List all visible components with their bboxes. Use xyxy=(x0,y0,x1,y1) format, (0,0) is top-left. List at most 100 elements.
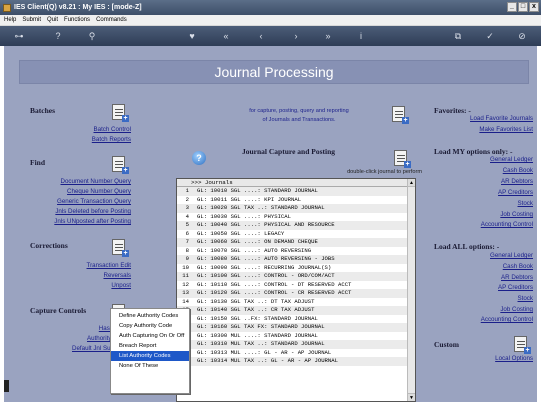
link-jnls-unposted[interactable]: Jnls UNposted after Posting xyxy=(54,218,131,225)
journal-row[interactable]: 11 GL: 10100 SGL ....: CONTROL - ORD/COM/… xyxy=(177,272,415,281)
heart-icon[interactable]: ♥ xyxy=(186,30,198,42)
journal-row-number: 12 xyxy=(182,280,189,288)
window-title: IES Client(Q) v8.21 : My IES : [mode-Z] xyxy=(14,4,142,11)
context-menu-item[interactable]: Copy Authority Code xyxy=(111,321,189,331)
journal-row-text: GL: 10150 SGL ..FX: STANDARD JOURNAL xyxy=(197,314,318,322)
link-authority[interactable]: Authority xyxy=(87,335,111,342)
section-capture-controls: Capture Controls xyxy=(30,306,87,315)
journal-row[interactable]: 6 GL: 10050 SGL ....: LEGACY xyxy=(177,230,415,239)
link-unpost[interactable]: Unpost xyxy=(111,282,131,289)
link-my-accounting-control[interactable]: Accounting Control xyxy=(481,221,533,228)
link-all-job-costing[interactable]: Job Costing xyxy=(500,306,533,313)
link-my-job-costing[interactable]: Job Costing xyxy=(500,211,533,218)
context-menu-item[interactable]: Breach Report xyxy=(111,341,189,351)
link-my-stock[interactable]: Stock xyxy=(518,200,533,207)
next-icon[interactable]: › xyxy=(290,30,302,42)
link-my-general-ledger[interactable]: General Ledger xyxy=(490,156,533,163)
minimize-button[interactable]: _ xyxy=(507,2,517,12)
first-icon[interactable]: « xyxy=(220,30,232,42)
menu-functions[interactable]: Functions xyxy=(64,17,90,23)
link-cheque-number-query[interactable]: Cheque Number Query xyxy=(67,188,131,195)
link-load-favorite-journals[interactable]: Load Favorite Journals xyxy=(470,115,533,122)
journal-row[interactable]: 19GL: 10310 MUL TAX ..: STANDARD JOURNAL xyxy=(177,340,415,349)
menu-bar: Help Submit Quit Functions Commands xyxy=(0,15,541,26)
journal-row[interactable]: 20GL: 10313 MUL ....: GL - AR - AP JOURN… xyxy=(177,349,415,358)
link-all-stock[interactable]: Stock xyxy=(518,295,533,302)
journal-scrollbar[interactable]: ▲ ▼ xyxy=(407,179,415,401)
journal-row[interactable]: 3 GL: 10020 SGL TAX ..: STANDARD JOURNAL xyxy=(177,204,415,213)
journal-row[interactable]: 10 GL: 10090 SGL ....: RECURRING JOURNAL(… xyxy=(177,264,415,273)
journal-row-text: GL: 10090 SGL ....: RECURRING JOURNAL(S) xyxy=(197,263,332,271)
journal-row[interactable]: 7 GL: 10060 SGL ....: ON DEMAND CHEQUE xyxy=(177,238,415,247)
journal-row-text: GL: 10300 MUL ....: STANDARD JOURNAL xyxy=(197,331,318,339)
menu-commands[interactable]: Commands xyxy=(96,17,127,23)
context-menu-item[interactable]: Define Authority Codes xyxy=(111,311,189,321)
menu-submit[interactable]: Submit xyxy=(22,17,41,23)
journal-row-text: GL: 10130 SGL TAX ..: DT TAX ADJUST xyxy=(197,297,315,305)
journal-row[interactable]: 15GL: 10140 SGL TAX ..: CR TAX ADJUST xyxy=(177,306,415,315)
journal-row[interactable]: 21GL: 10314 MUL TAX ..: GL - AR - AP JOU… xyxy=(177,357,415,366)
scroll-up-icon[interactable]: ▲ xyxy=(408,179,415,187)
maximize-button[interactable]: □ xyxy=(518,2,528,12)
help-circle-icon[interactable]: ? xyxy=(192,151,206,165)
link-my-ap-creditors[interactable]: AP Creditors xyxy=(498,189,533,196)
link-batch-control[interactable]: Batch Control xyxy=(94,126,132,133)
link-all-ar-debtors[interactable]: AR Debtors xyxy=(501,274,533,281)
custom-doc-icon: + xyxy=(514,336,531,354)
close-button[interactable]: x xyxy=(529,2,539,12)
journal-list[interactable]: >>> Journals 1 GL: 10010 SGL ....: STANDA… xyxy=(176,178,416,402)
link-jnls-deleted[interactable]: Jnls Deleted before Posting xyxy=(55,208,131,215)
link-generic-transaction-query[interactable]: Generic Transaction Query xyxy=(57,198,131,205)
corrections-doc-icon: + xyxy=(112,239,129,257)
link-all-general-ledger[interactable]: General Ledger xyxy=(490,252,533,259)
journal-row[interactable]: 5 GL: 10040 SGL ....: PHYSICAL AND RESOUR… xyxy=(177,221,415,230)
help-icon[interactable]: ? xyxy=(52,30,64,42)
journal-row[interactable]: 8 GL: 10070 SGL ....: AUTO REVERSING xyxy=(177,247,415,256)
journal-row[interactable]: 4 GL: 10030 SGL ....: PHYSICAL xyxy=(177,213,415,222)
journal-row-text: GL: 10100 SGL ....: CONTROL - ORD/COM/AC… xyxy=(197,272,335,279)
link-reversals[interactable]: Reversals xyxy=(103,272,131,279)
search-icon[interactable]: ⚲ xyxy=(86,30,98,42)
journal-row[interactable]: 2 GL: 10011 SGL ....: KPI JOURNAL xyxy=(177,196,415,205)
link-make-favorites-list[interactable]: Make Favorites List xyxy=(479,126,533,133)
context-menu-item[interactable]: List Authority Codes xyxy=(111,351,189,361)
journal-row-text: GL: 10160 SGL TAX FX: STANDARD JOURNAL xyxy=(197,323,325,330)
link-batch-reports[interactable]: Batch Reports xyxy=(92,136,131,143)
journal-row[interactable]: 14 GL: 10130 SGL TAX ..: DT TAX ADJUST xyxy=(177,298,415,307)
link-all-cash-book[interactable]: Cash Book xyxy=(503,263,533,270)
link-transaction-edit[interactable]: Transaction Edit xyxy=(87,262,131,269)
link-default-jnl[interactable]: Default Jnl Su xyxy=(72,345,111,352)
journal-row-number: 3 xyxy=(185,204,189,211)
intro-note-line2: of Journals and Transactions. xyxy=(262,117,336,123)
cancel-icon[interactable]: ⊘ xyxy=(516,30,528,42)
journal-row-text: GL: 10010 SGL ....: STANDARD JOURNAL xyxy=(197,187,318,194)
capture-posting-title: Journal Capture and Posting xyxy=(242,147,336,156)
menu-quit[interactable]: Quit xyxy=(47,17,58,23)
journal-row[interactable]: 1 GL: 10010 SGL ....: STANDARD JOURNAL xyxy=(177,187,415,196)
journal-row[interactable]: 13 GL: 10120 SGL ....: CONTROL - CR RESER… xyxy=(177,289,415,298)
check-icon[interactable]: ✓ xyxy=(484,30,496,42)
link-all-ap-creditors[interactable]: AP Creditors xyxy=(498,284,533,291)
last-icon[interactable]: » xyxy=(322,30,334,42)
link-all-accounting-control[interactable]: Accounting Control xyxy=(481,316,533,323)
context-menu-item[interactable]: Auth Capturing On Or Off xyxy=(111,331,189,341)
journal-row-text: GL: 10314 MUL TAX ..: GL - AR - AP JOURN… xyxy=(197,357,338,364)
link-my-ar-debtors[interactable]: AR Debtors xyxy=(501,178,533,185)
journal-row[interactable]: 16GL: 10150 SGL ..FX: STANDARD JOURNAL xyxy=(177,315,415,324)
key-icon[interactable]: ⊶ xyxy=(10,30,28,42)
info-icon[interactable]: i xyxy=(355,30,367,42)
copy-icon[interactable]: ⧉ xyxy=(452,30,464,42)
journal-row[interactable]: 9 GL: 10080 SGL ....: AUTO REVERSING - JO… xyxy=(177,255,415,264)
link-document-number-query[interactable]: Document Number Query xyxy=(61,178,132,185)
intro-note-line1: for capture, posting, query and reportin… xyxy=(249,108,349,114)
link-my-cash-book[interactable]: Cash Book xyxy=(503,167,533,174)
journal-row[interactable]: 18GL: 10300 MUL ....: STANDARD JOURNAL xyxy=(177,332,415,341)
journal-row[interactable]: 17GL: 10160 SGL TAX FX: STANDARD JOURNAL xyxy=(177,323,415,332)
scroll-down-icon[interactable]: ▼ xyxy=(408,393,415,401)
prev-icon[interactable]: ‹ xyxy=(255,30,267,42)
journal-row[interactable]: 12 GL: 10110 SGL ....: CONTROL - DT RESER… xyxy=(177,281,415,290)
menu-help[interactable]: Help xyxy=(4,17,16,23)
window-controls: _ □ x xyxy=(507,2,539,12)
context-menu-item[interactable]: None Of These xyxy=(111,361,189,371)
link-local-options[interactable]: Local Options xyxy=(495,355,533,362)
